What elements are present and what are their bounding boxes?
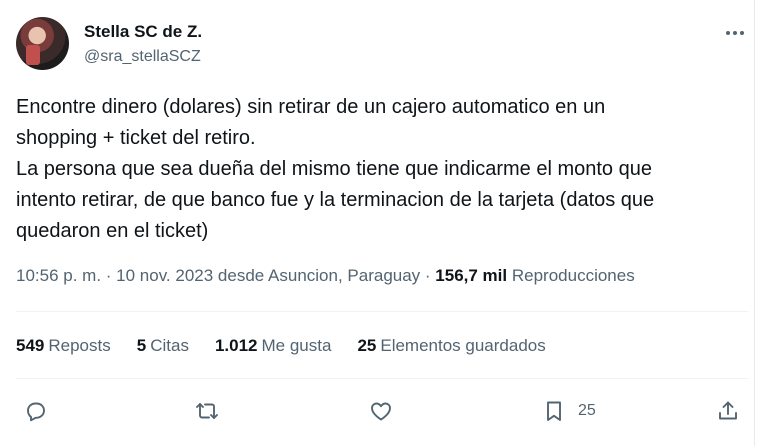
- likes-stat[interactable]: 1.012 Me gusta: [215, 336, 331, 356]
- author-handle[interactable]: @sra_stellaSCZ: [84, 48, 201, 66]
- reply-icon: [27, 402, 45, 422]
- share-button[interactable]: [716, 397, 740, 425]
- share-icon: [719, 401, 737, 420]
- reposts-stat[interactable]: 549 Reposts: [16, 336, 111, 356]
- bookmark-count: 25: [578, 402, 596, 419]
- repost-button[interactable]: [195, 397, 219, 425]
- tweet-text: Encontre dinero (dolares) sin retirar de…: [16, 96, 655, 242]
- more-options-icon[interactable]: [722, 22, 748, 44]
- repost-icon: [196, 403, 218, 419]
- like-button[interactable]: [369, 397, 393, 425]
- author-name[interactable]: Stella SC de Z.: [84, 22, 202, 42]
- reply-button[interactable]: [24, 397, 48, 425]
- quotes-stat[interactable]: 5 Citas: [137, 336, 189, 356]
- tweet-meta: 10:56 p. m. · 10 nov. 2023 desde Asuncio…: [16, 266, 635, 286]
- views-label: Reproducciones: [511, 266, 635, 285]
- views-count: 156,7 mil: [435, 266, 508, 285]
- tweet-timestamp[interactable]: 10:56 p. m. · 10 nov. 2023 desde Asuncio…: [16, 266, 435, 285]
- divider: [16, 378, 748, 379]
- divider: [16, 311, 748, 312]
- avatar[interactable]: [16, 17, 69, 70]
- bookmark-button[interactable]: 25: [542, 397, 596, 425]
- tweet-card: Stella SC de Z. @sra_stellaSCZ Encontre …: [0, 0, 755, 446]
- bookmarks-stat[interactable]: 25 Elementos guardados: [357, 336, 545, 356]
- like-icon: [371, 402, 391, 421]
- bookmark-icon: [547, 401, 561, 421]
- engagement-stats: 549 Reposts 5 Citas 1.012 Me gusta 25 Elemen…: [16, 336, 546, 356]
